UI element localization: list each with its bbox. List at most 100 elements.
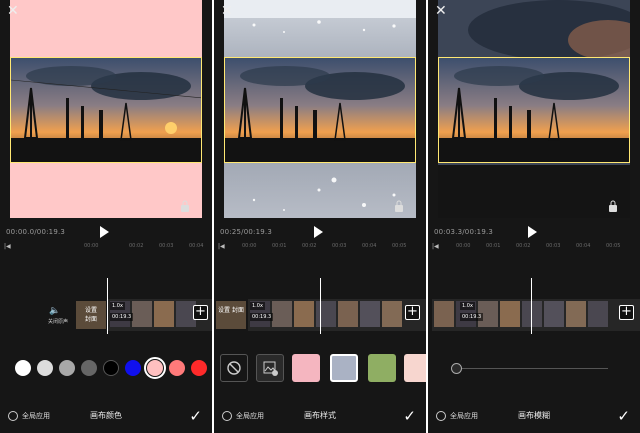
clip-thumbnail (382, 301, 402, 327)
ruler-mark: 00:02 (516, 243, 531, 249)
preview-canvas (438, 0, 630, 218)
color-swatch-red[interactable] (191, 360, 207, 376)
add-image-icon (263, 361, 278, 376)
close-icon[interactable]: ✕ (7, 4, 19, 18)
clip-thumbnail (154, 301, 174, 327)
sunset-image (11, 58, 201, 162)
clip-duration: 00:19.3 (460, 313, 484, 321)
clip-track[interactable]: 1.0x 00:19.3 (432, 299, 640, 331)
ruler-mark: 00:02 (129, 243, 144, 249)
panel-title: 画布颜色 (90, 411, 122, 420)
close-icon[interactable]: ✕ (435, 4, 447, 18)
ruler-mark: 00:03 (546, 243, 561, 249)
color-swatch-white[interactable] (15, 360, 31, 376)
style-green-tile[interactable] (368, 354, 396, 382)
speaker-icon[interactable]: 🔈 (49, 306, 60, 316)
clip-thumbnail (272, 301, 292, 327)
clip-thumbnail (338, 301, 358, 327)
confirm-check-icon[interactable]: ✓ (617, 407, 630, 425)
confirm-check-icon[interactable]: ✓ (189, 407, 202, 425)
play-icon[interactable] (314, 226, 323, 238)
panel-title: 画布模糊 (518, 411, 550, 420)
color-swatch-black[interactable] (103, 360, 119, 376)
style-custom-image-tile[interactable] (256, 354, 284, 382)
clip-thumbnail (500, 301, 520, 327)
blur-slider-track[interactable] (456, 368, 608, 369)
sunset-image (225, 58, 415, 162)
blur-slider-knob[interactable] (451, 363, 462, 374)
canvas-blur-panel: ✕ 00:03.3/00:19.3 |◀ 00:00 00:01 00:02 0… (428, 0, 640, 433)
ruler-mark: 00:04 (362, 243, 377, 249)
timeline-ruler: |◀ 00:00 00:01 00:02 00:03 00:04 00:05 (218, 240, 422, 254)
ruler-mark: 00:01 (272, 243, 287, 249)
canvas-style-panel: ✕ 00:25/00:19.3 |◀ 00:00 00:01 00:02 00:… (214, 0, 426, 433)
jump-start-icon[interactable]: |◀ (218, 243, 225, 250)
preview-canvas (10, 0, 202, 218)
video-frame (224, 57, 416, 163)
clip-thumbnail (588, 301, 608, 327)
clip-thumbnail (316, 301, 336, 327)
speed-tag: 1.0x (110, 302, 125, 310)
clip-duration: 00:19.3 (110, 313, 134, 321)
ruler-mark: 00:04 (576, 243, 591, 249)
ruler-mark: 00:05 (392, 243, 407, 249)
clip-thumbnail (434, 301, 454, 327)
ruler-mark: 00:05 (606, 243, 621, 249)
clip-duration: 00:19.3 (250, 313, 274, 321)
style-pink-tile[interactable] (292, 354, 320, 382)
canvas-color-panel: ✕ 00:00.0/00:19.3 |◀ 00:00 00:02 00:03 0… (0, 0, 212, 433)
color-swatch-darkgray[interactable] (81, 360, 97, 376)
playhead[interactable] (320, 278, 321, 334)
jump-start-icon[interactable]: |◀ (4, 243, 11, 250)
color-swatch-lightgray[interactable] (37, 360, 53, 376)
no-style-icon (227, 361, 241, 375)
timeline-ruler: |◀ 00:00 00:01 00:02 00:03 00:04 00:05 (432, 240, 636, 254)
sunset-image (439, 58, 629, 162)
jump-start-icon[interactable]: |◀ (432, 243, 439, 250)
playhead[interactable] (531, 278, 532, 334)
clip-thumbnail (360, 301, 380, 327)
clip-thumbnail (544, 301, 564, 327)
playhead[interactable] (107, 278, 108, 334)
ruler-mark: 00:04 (189, 243, 204, 249)
close-icon[interactable]: ✕ (221, 4, 233, 18)
ruler-mark: 00:00 (84, 243, 99, 249)
add-clip-button[interactable]: + (193, 305, 208, 320)
lock-icon[interactable] (180, 200, 190, 212)
ruler-mark: 00:00 (242, 243, 257, 249)
mute-original-label[interactable]: 关闭原声 (48, 318, 68, 325)
ruler-mark: 00:01 (486, 243, 501, 249)
clip-thumbnail (522, 301, 542, 327)
set-cover-button[interactable]: 设置 封面 (216, 301, 246, 329)
clip-thumbnail (132, 301, 152, 327)
speed-tag: 1.0x (250, 302, 265, 310)
add-clip-button[interactable]: + (405, 305, 420, 320)
add-clip-button[interactable]: + (619, 305, 634, 320)
color-swatch-blue[interactable] (125, 360, 141, 376)
timeline-ruler: |◀ 00:00 00:02 00:03 00:04 (4, 240, 208, 254)
style-water-tile-selected[interactable] (330, 354, 358, 382)
ruler-mark: 00:03 (332, 243, 347, 249)
preview-canvas (224, 0, 416, 218)
style-none-tile[interactable] (220, 354, 248, 382)
color-swatch-pink[interactable] (147, 360, 163, 376)
play-icon[interactable] (100, 226, 109, 238)
lock-icon[interactable] (394, 200, 404, 212)
clip-thumbnail (566, 301, 586, 327)
style-peach-tile[interactable] (404, 354, 426, 382)
video-frame (10, 57, 202, 163)
timecode: 00:25/00:19.3 (220, 228, 272, 236)
lock-icon[interactable] (608, 200, 618, 212)
ruler-mark: 00:03 (159, 243, 174, 249)
confirm-check-icon[interactable]: ✓ (403, 407, 416, 425)
color-swatch-salmon[interactable] (169, 360, 185, 376)
timecode: 00:03.3/00:19.3 (434, 228, 494, 236)
video-frame (438, 57, 630, 163)
color-swatch-gray[interactable] (59, 360, 75, 376)
speed-tag: 1.0x (460, 302, 475, 310)
ruler-mark: 00:00 (456, 243, 471, 249)
clip-thumbnail (294, 301, 314, 327)
set-cover-button[interactable]: 设置 封面 (76, 301, 106, 329)
play-icon[interactable] (528, 226, 537, 238)
clip-track[interactable]: 1.0x 00:19.3 (248, 299, 426, 331)
